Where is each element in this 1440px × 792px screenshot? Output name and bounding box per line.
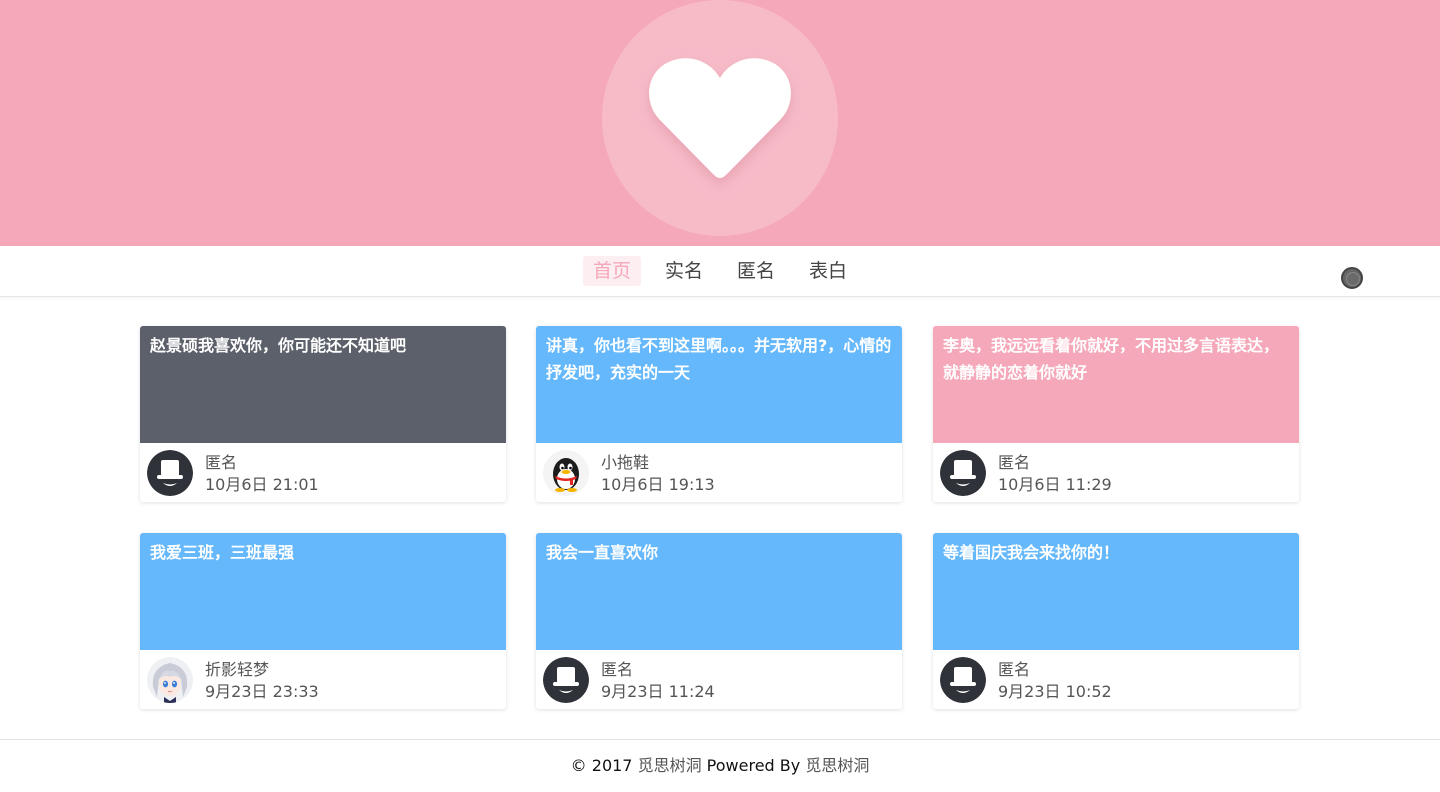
post-card-body: 我会一直喜欢你 [536, 533, 902, 650]
post-card-body: 我爱三班，三班最强 [140, 533, 506, 650]
post-time: 9月23日 11:24 [601, 682, 715, 701]
heart-icon [649, 58, 791, 178]
post-card-body: 等着国庆我会来找你的！ [933, 533, 1299, 650]
page-footer: © 2017 觅思树洞 Powered By 觅思树洞 [0, 739, 1440, 791]
post-time: 10月6日 19:13 [601, 475, 715, 494]
post-card-body: 赵景硕我喜欢你，你可能还不知道吧 [140, 326, 506, 443]
footer-powered-text: Powered By [701, 756, 806, 775]
nav-item-realname[interactable]: 实名 [655, 256, 713, 286]
post-time: 9月23日 23:33 [205, 682, 319, 701]
post-card[interactable]: 李奥，我远远看着你就好，不用过多言语表达，就静静的恋着你就好 匿名 10月6日 … [933, 326, 1299, 502]
post-time: 9月23日 10:52 [998, 682, 1112, 701]
post-card[interactable]: 赵景硕我喜欢你，你可能还不知道吧 匿名 10月6日 21:01 [140, 326, 506, 502]
post-time: 10月6日 11:29 [998, 475, 1112, 494]
post-author[interactable]: 匿名 [205, 453, 237, 473]
main-navbar: 首页 实名 匿名 表白 [0, 246, 1440, 297]
anonymous-hat-icon[interactable] [543, 657, 589, 703]
anonymous-hat-icon[interactable] [940, 450, 986, 496]
circle-toggle-icon[interactable] [1341, 267, 1363, 289]
nav-item-home[interactable]: 首页 [583, 256, 641, 286]
post-card-body: 李奥，我远远看着你就好，不用过多言语表达，就静静的恋着你就好 [933, 326, 1299, 443]
nav-item-anonymous[interactable]: 匿名 [727, 256, 785, 286]
post-author[interactable]: 小拖鞋 [601, 453, 649, 473]
post-text: 我会一直喜欢你 [546, 543, 659, 562]
footer-powered-link[interactable]: 觅思树洞 [805, 756, 869, 775]
nav-item-confess[interactable]: 表白 [799, 256, 857, 286]
post-card-body: 讲真，你也看不到这里啊。。。并无软用?，心情的抒发吧，充实的一天 [536, 326, 902, 443]
post-card[interactable]: 我爱三班，三班最强 折影轻梦 9月23日 23:33 [140, 533, 506, 709]
post-author[interactable]: 匿名 [998, 660, 1030, 680]
post-text: 赵景硕我喜欢你，你可能还不知道吧 [150, 336, 407, 355]
anime-girl-avatar[interactable] [147, 657, 193, 703]
anonymous-hat-icon[interactable] [940, 657, 986, 703]
post-time: 10月6日 21:01 [205, 475, 319, 494]
qq-penguin-icon[interactable] [543, 450, 589, 496]
anonymous-hat-icon[interactable] [147, 450, 193, 496]
post-author[interactable]: 匿名 [601, 660, 633, 680]
post-author[interactable]: 匿名 [998, 453, 1030, 473]
post-text: 我爱三班，三班最强 [150, 543, 295, 562]
header-banner [0, 0, 1440, 246]
footer-copyright: © 2017 [570, 756, 638, 775]
footer-site-link[interactable]: 觅思树洞 [638, 756, 702, 775]
toggle-inner-dot [1346, 272, 1360, 286]
post-card[interactable]: 我会一直喜欢你 匿名 9月23日 11:24 [536, 533, 902, 709]
post-text: 讲真，你也看不到这里啊。。。并无软用?，心情的抒发吧，充实的一天 [546, 336, 892, 382]
post-card[interactable]: 等着国庆我会来找你的！ 匿名 9月23日 10:52 [933, 533, 1299, 709]
post-text: 等着国庆我会来找你的！ [943, 543, 1120, 562]
post-author[interactable]: 折影轻梦 [205, 660, 269, 680]
post-text: 李奥，我远远看着你就好，不用过多言语表达，就静静的恋着你就好 [943, 336, 1280, 382]
post-card[interactable]: 讲真，你也看不到这里啊。。。并无软用?，心情的抒发吧，充实的一天 小拖鞋 10月… [536, 326, 902, 502]
